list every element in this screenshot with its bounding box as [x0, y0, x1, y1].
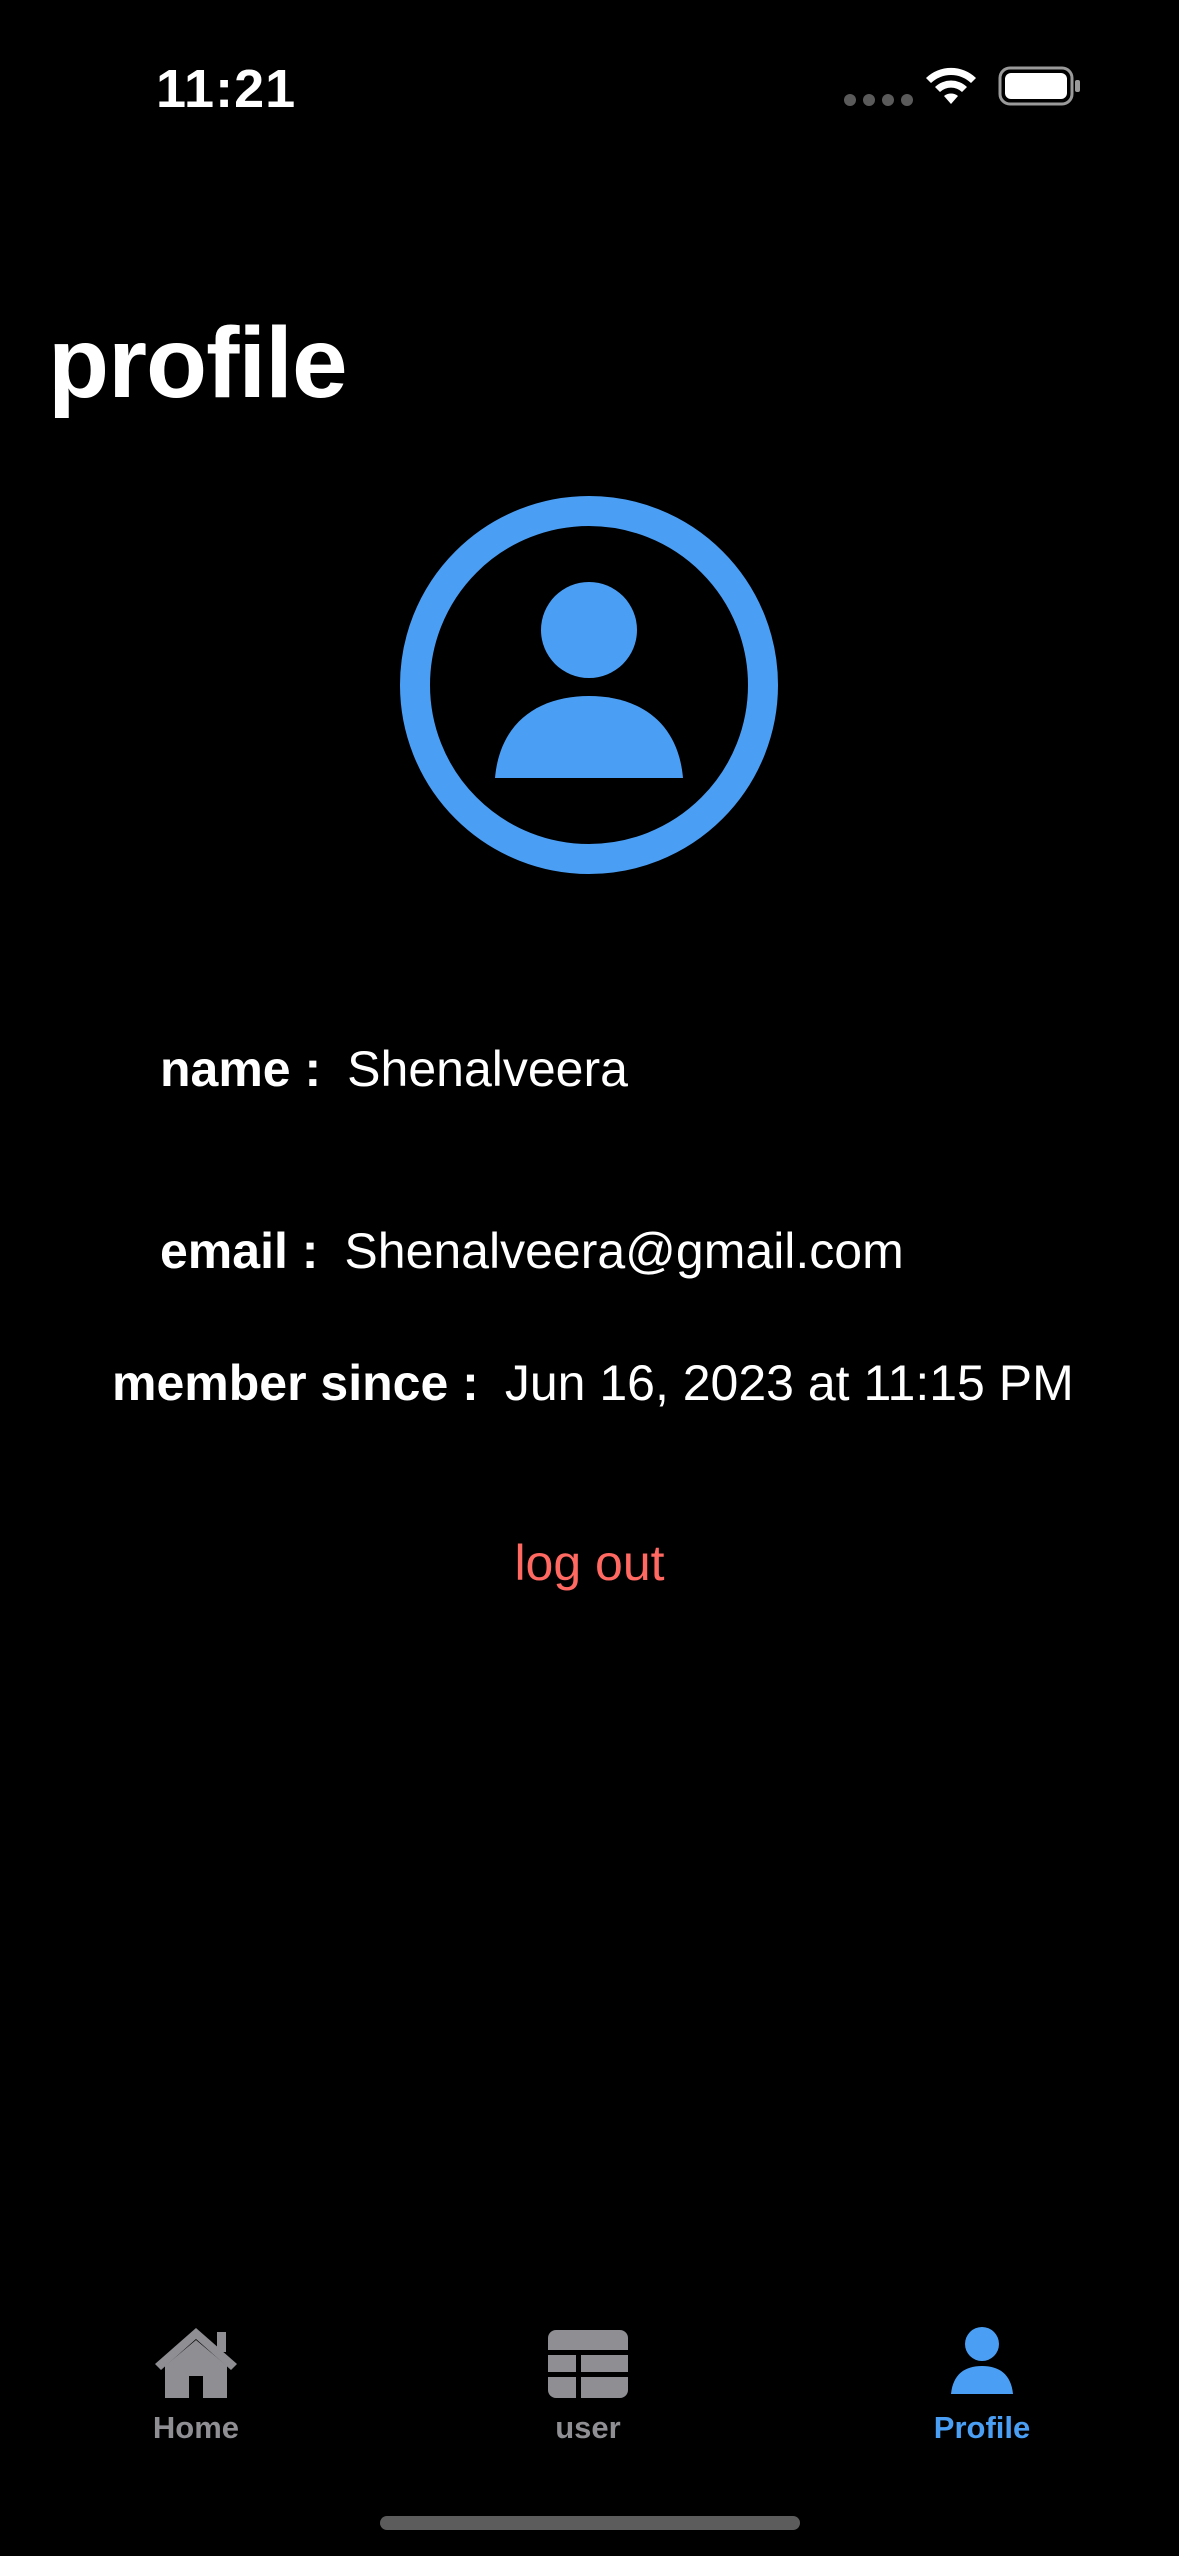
person-circle-icon	[400, 496, 778, 874]
tab-user[interactable]: user	[488, 2324, 688, 2446]
name-label: name :	[160, 1041, 322, 1097]
cellular-signal-icon	[844, 94, 913, 106]
member-since-value: Jun 16, 2023 at 11:15 PM	[504, 1355, 1074, 1411]
table-icon	[548, 2330, 628, 2398]
tab-profile-label: Profile	[933, 2410, 1031, 2445]
email-label: email :	[160, 1223, 319, 1279]
house-icon	[155, 2328, 237, 2398]
person-icon	[951, 2327, 1013, 2394]
tab-home-label: Home	[152, 2410, 240, 2445]
home-indicator[interactable]	[380, 2516, 800, 2530]
logout-button[interactable]: log out	[0, 1534, 1179, 1592]
member-since-label: member since :	[112, 1355, 479, 1411]
page-title: profile	[48, 307, 348, 419]
member-since-row: member since : Jun 16, 2023 at 11:15 PM	[112, 1354, 1074, 1412]
status-bar: 11:21	[0, 0, 1179, 170]
email-row: email : Shenalveera@gmail.com	[160, 1222, 904, 1280]
tab-home[interactable]: Home	[96, 2324, 296, 2446]
status-time: 11:21	[156, 59, 297, 119]
wifi-icon	[926, 67, 976, 104]
name-row: name : Shenalveera	[160, 1040, 628, 1098]
tab-profile[interactable]: Profile	[882, 2324, 1082, 2446]
name-value: Shenalveera	[347, 1041, 628, 1097]
battery-icon	[998, 66, 1080, 106]
email-value: Shenalveera@gmail.com	[344, 1223, 904, 1279]
tab-user-label: user	[555, 2410, 621, 2445]
